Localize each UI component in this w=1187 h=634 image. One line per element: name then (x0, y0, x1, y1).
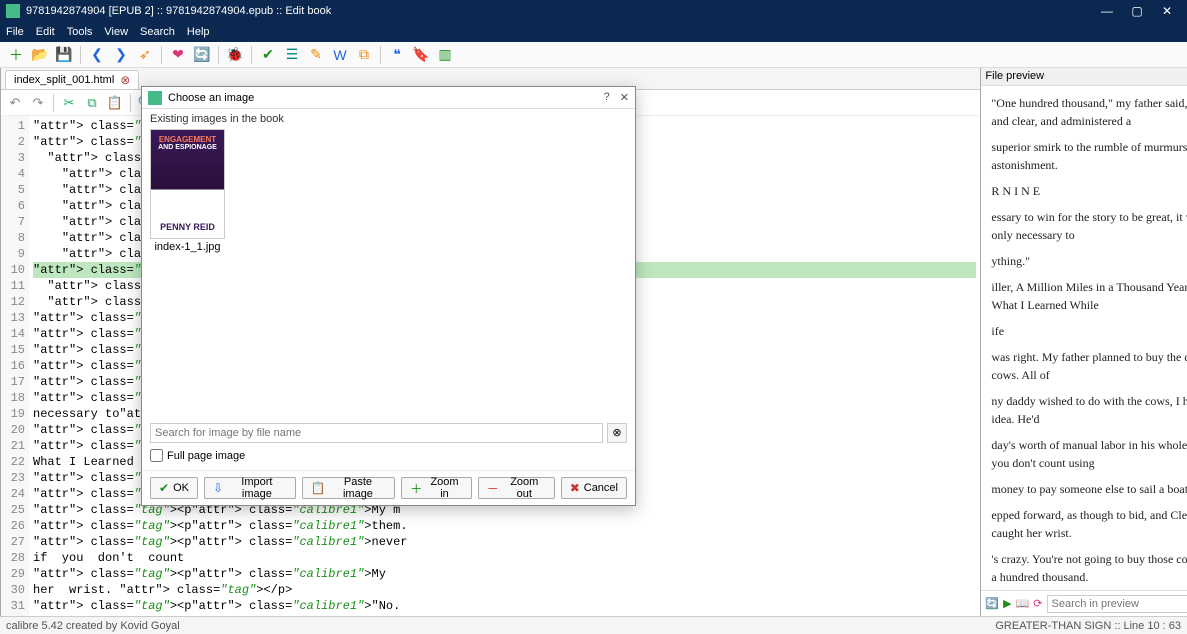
close-window-button[interactable]: ✕ (1153, 2, 1181, 20)
import-image-button[interactable]: ⇩Import image (204, 477, 296, 499)
menu-edit[interactable]: Edit (36, 26, 55, 38)
existing-images-label: Existing images in the book (150, 113, 627, 125)
dialog-help-button[interactable]: ? (604, 91, 610, 104)
menu-search[interactable]: Search (140, 26, 175, 38)
zoom-out-button[interactable]: －Zoom out (478, 477, 555, 499)
copy-icon[interactable]: ⧉ (354, 45, 374, 65)
preview-panel: File preview▣ ✕ "One hundred thousand," … (981, 68, 1187, 616)
copy-icon[interactable]: ⧉ (82, 93, 102, 113)
pointer-icon[interactable]: ➶ (135, 45, 155, 65)
forward-icon[interactable]: ❯ (111, 45, 131, 65)
clear-search-icon[interactable]: ⊗ (607, 423, 627, 443)
redo-icon[interactable]: ↷ (28, 93, 48, 113)
undo-icon[interactable]: ↶ (5, 93, 25, 113)
preview-title: File preview (985, 70, 1044, 83)
status-left: calibre 5.42 created by Kovid Goyal (6, 620, 180, 632)
tag-icon[interactable]: 🔖 (411, 45, 431, 65)
full-page-checkbox-input[interactable] (150, 449, 163, 462)
app-icon (6, 4, 20, 18)
image-thumb[interactable]: ENGAGEMENT AND ESPIONAGE PENNY REID inde… (150, 129, 225, 253)
quote-icon[interactable]: ❝ (387, 45, 407, 65)
close-tab-icon[interactable]: ⊗ (120, 73, 130, 87)
save-icon[interactable]: 💾 (54, 45, 74, 65)
play-icon[interactable]: ▶ (1003, 597, 1011, 610)
reports-icon[interactable]: ▥ (435, 45, 455, 65)
check-icon[interactable]: ✔ (258, 45, 278, 65)
menu-tools[interactable]: Tools (67, 26, 93, 38)
sync-icon[interactable]: 🔄 (985, 597, 999, 610)
heart-icon[interactable]: ❤ (168, 45, 188, 65)
bug-icon[interactable]: 🐞 (225, 45, 245, 65)
paste-image-button[interactable]: 📋Paste image (302, 477, 396, 499)
cancel-button[interactable]: ✖Cancel (561, 477, 627, 499)
word-icon[interactable]: W (330, 45, 350, 65)
refresh-icon[interactable]: 🔄 (192, 45, 212, 65)
dialog-icon (148, 91, 162, 105)
menu-view[interactable]: View (104, 26, 128, 38)
window-title: 9781942874904 [EPUB 2] :: 9781942874904.… (26, 5, 1093, 17)
full-page-checkbox[interactable]: Full page image (150, 449, 627, 462)
choose-image-dialog: Choose an image ? ✕ Existing images in t… (141, 86, 636, 506)
image-search-input[interactable] (150, 423, 603, 443)
new-file-icon[interactable]: ＋ (6, 45, 26, 65)
dialog-title: Choose an image (168, 92, 604, 104)
menubar: File Edit Tools View Search Help (0, 22, 1187, 42)
thumb-caption: index-1_1.jpg (150, 241, 225, 253)
maximize-button[interactable]: ▢ (1123, 2, 1151, 20)
menu-file[interactable]: File (6, 26, 24, 38)
editor-tab[interactable]: index_split_001.html⊗ (5, 70, 139, 89)
titlebar: 9781942874904 [EPUB 2] :: 9781942874904.… (0, 0, 1187, 22)
dialog-close-button[interactable]: ✕ (620, 91, 629, 104)
back-icon[interactable]: ❮ (87, 45, 107, 65)
menu-help[interactable]: Help (187, 26, 210, 38)
paste-icon[interactable]: 📋 (105, 93, 125, 113)
editor-panel: index_split_001.html⊗ ↶ ↷ ✂ ⧉ 📋 🔍 🔎 🖼 🔗 … (1, 68, 981, 616)
toc-icon[interactable]: ☰ (282, 45, 302, 65)
cut-icon[interactable]: ✂ (59, 93, 79, 113)
brush-icon[interactable]: ✎ (306, 45, 326, 65)
zoom-in-button[interactable]: ＋Zoom in (401, 477, 472, 499)
preview-body[interactable]: "One hundred thousand," my father said, … (981, 86, 1187, 590)
preview-search-input[interactable] (1047, 595, 1187, 613)
image-list[interactable]: ENGAGEMENT AND ESPIONAGE PENNY REID inde… (150, 129, 627, 419)
statusbar: calibre 5.42 created by Kovid Goyal GREA… (0, 616, 1187, 634)
book-icon[interactable]: 📖 (1016, 597, 1030, 610)
reload-icon[interactable]: ⟳ (1033, 597, 1042, 610)
status-right: GREATER-THAN SIGN :: Line 10 : 63 (995, 620, 1181, 632)
main-toolbar: ＋ 📂 💾 ❮ ❯ ➶ ❤ 🔄 🐞 ✔ ☰ ✎ W ⧉ ❝ 🔖 ▥ (0, 42, 1187, 68)
minimize-button[interactable]: — (1093, 2, 1121, 20)
open-icon[interactable]: 📂 (30, 45, 50, 65)
ok-button[interactable]: ✔OK (150, 477, 198, 499)
